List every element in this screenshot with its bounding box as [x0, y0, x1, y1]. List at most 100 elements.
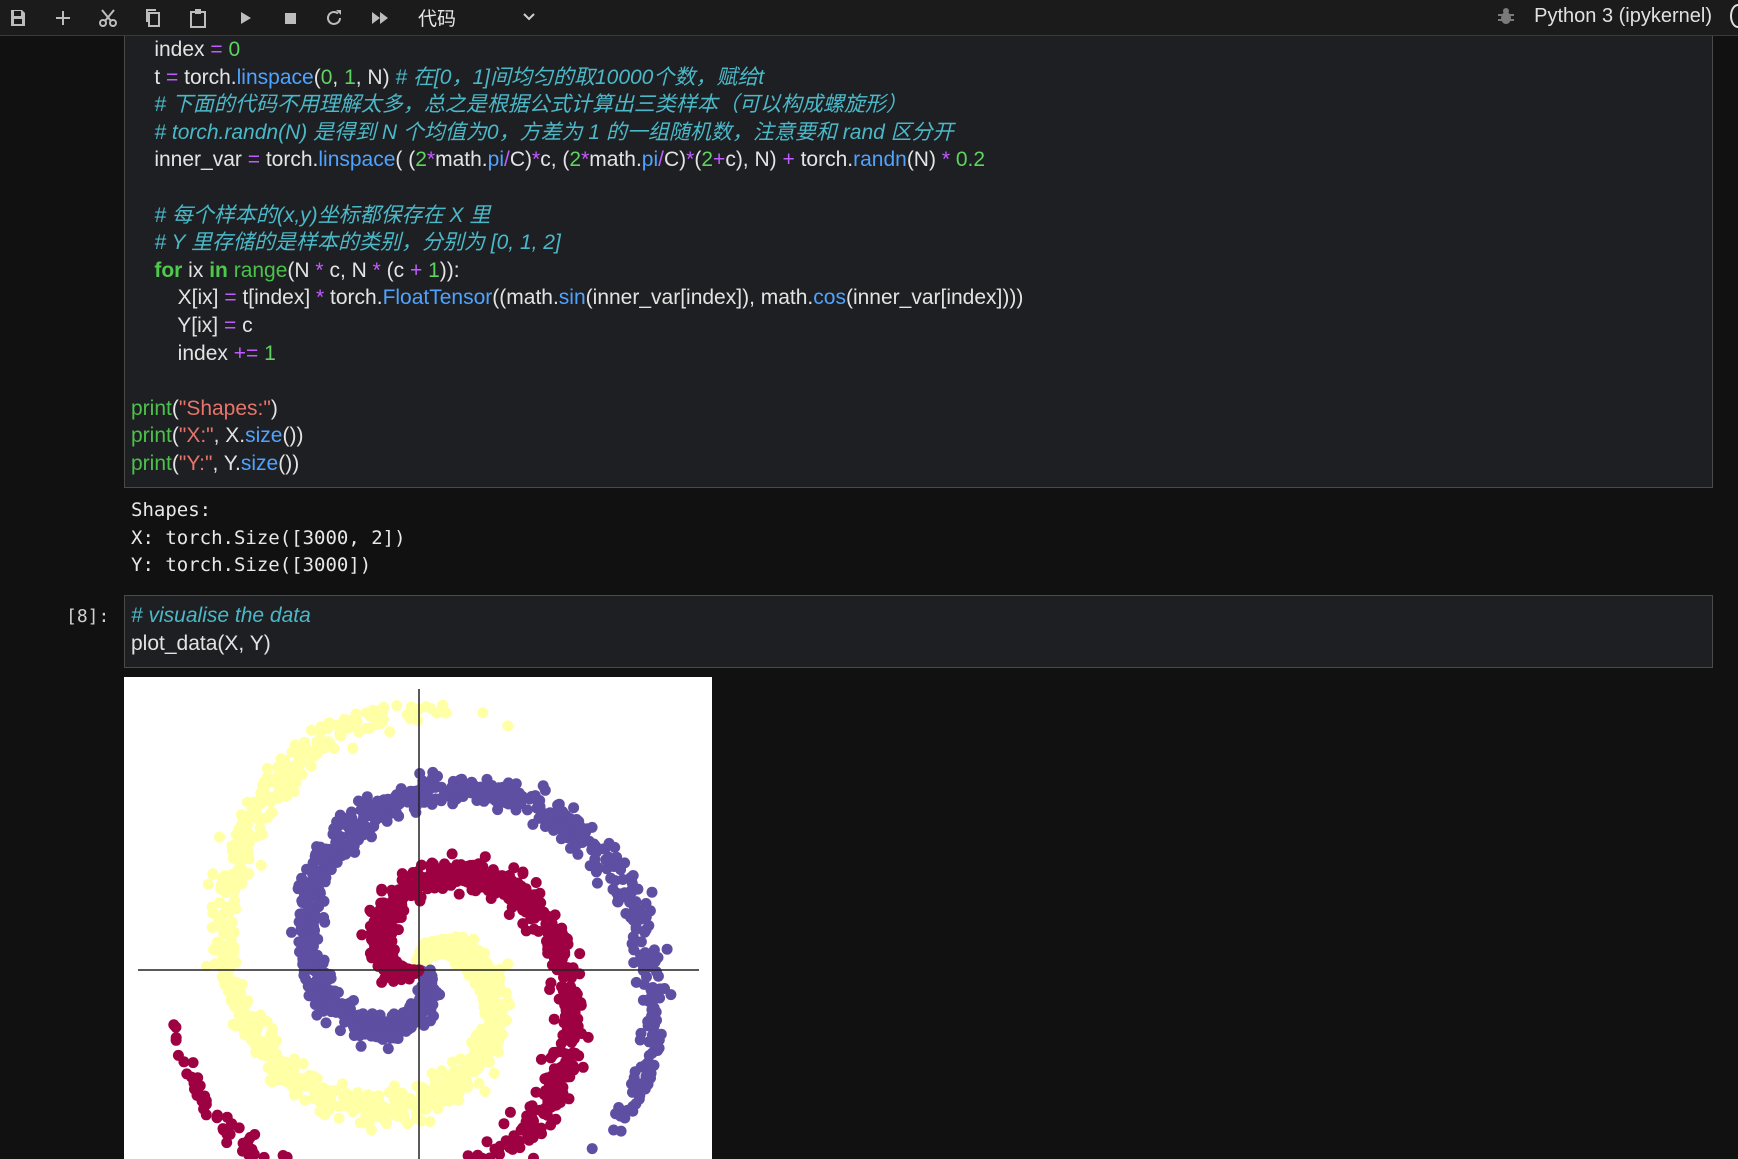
stop-button[interactable] — [276, 4, 304, 32]
scatter-point — [386, 884, 398, 896]
scatter-point — [311, 841, 323, 853]
scatter-point — [427, 766, 439, 778]
scatter-point — [207, 868, 219, 880]
run-icon — [241, 12, 251, 24]
scatter-point — [311, 1009, 323, 1021]
scatter-point — [264, 1075, 276, 1087]
cell-7-output: Shapes: X: torch.Size([3000, 2]) Y: torc… — [131, 497, 406, 580]
scatter-point — [378, 701, 390, 713]
cut-icon — [99, 9, 117, 27]
scatter-point — [573, 815, 585, 827]
scatter-point — [303, 990, 315, 1002]
cut-button[interactable] — [94, 4, 122, 32]
scatter-point — [478, 947, 490, 959]
paste-button[interactable] — [184, 4, 212, 32]
scatter-point — [643, 920, 655, 932]
scatter-point — [206, 922, 218, 933]
scatter-point — [206, 901, 218, 913]
scatter-point — [492, 1046, 504, 1058]
scatter-point — [365, 1124, 377, 1136]
restart-button[interactable] — [320, 4, 348, 32]
scatter-point — [665, 989, 677, 1001]
cell-8-prompt: [8]: — [66, 606, 110, 627]
insert-cell-button[interactable] — [49, 4, 77, 32]
scatter-point — [314, 1106, 326, 1117]
scatter-point — [528, 1152, 539, 1159]
scatter-point — [568, 802, 580, 814]
scatter-point — [355, 1040, 367, 1052]
spiral-scatter-chart — [138, 689, 699, 1159]
cell-type-select[interactable]: 代码 — [418, 3, 540, 31]
scatter-point — [654, 992, 666, 1004]
scatter-point — [391, 700, 403, 712]
scatter-point — [661, 943, 673, 955]
scatter-point — [517, 866, 529, 878]
scatter-point — [635, 936, 647, 948]
run-all-button[interactable] — [366, 4, 394, 32]
kernel-status-area: Python 3 (ipykernel) — [1496, 0, 1738, 32]
scatter-point — [261, 762, 273, 774]
code-line: # 下面的代码不用理解太多，总之是根据公式计算出三类样本（可以构成螺旋形） — [154, 93, 907, 117]
scatter-point — [262, 1062, 274, 1074]
scatter-point — [347, 1106, 359, 1118]
scatter-point — [424, 1116, 436, 1128]
scatter-point — [226, 840, 238, 852]
scatter-point — [298, 969, 310, 981]
scatter-point — [416, 859, 427, 871]
scatter-point — [333, 1112, 345, 1124]
cell-7-code[interactable]: index = 0 t = torch.linspace(0, 1, N) # … — [131, 36, 1023, 478]
scatter-point — [514, 1142, 526, 1154]
scatter-point — [225, 995, 237, 1007]
code-line: print("Y:", Y.size()) — [131, 451, 300, 475]
class-0-points — [201, 699, 515, 1136]
scatter-point — [502, 720, 514, 732]
scatter-point — [301, 863, 313, 875]
scatter-point — [402, 1118, 414, 1130]
run-button[interactable] — [231, 4, 259, 32]
copy-button[interactable] — [139, 4, 167, 32]
scatter-point — [537, 780, 549, 792]
scatter-point — [354, 1117, 366, 1129]
scatter-point — [456, 773, 468, 785]
scatter-point — [553, 798, 565, 810]
scatter-point — [375, 897, 387, 909]
scatter-point — [586, 821, 598, 833]
code-line: X[ix] = t[index] * torch.FloatTensor((ma… — [131, 286, 1024, 310]
scatter-point — [426, 857, 438, 869]
scatter-point — [535, 1053, 547, 1065]
debugger-bug-icon[interactable] — [1496, 6, 1516, 26]
scatter-point — [277, 1150, 289, 1159]
save-button[interactable] — [4, 4, 32, 32]
code-line: # 每个样本的(x,y)坐标都保存在 X 里 — [154, 203, 491, 227]
scatter-point — [348, 1030, 360, 1041]
scatter-point — [484, 1056, 495, 1068]
scatter-point — [214, 831, 225, 843]
scatter-point — [633, 1093, 645, 1105]
scatter-point — [181, 1068, 193, 1080]
copy-icon — [146, 9, 160, 27]
scatter-point — [453, 888, 465, 900]
scatter-point — [208, 944, 219, 955]
scatter-point — [651, 1014, 662, 1026]
cell-8-code[interactable]: # visualise the data plot_data(X, Y) — [131, 602, 311, 657]
scatter-point — [420, 701, 432, 712]
scatter-point — [446, 848, 458, 860]
kernel-name[interactable]: Python 3 (ipykernel) — [1534, 5, 1712, 28]
scatter-point — [574, 948, 586, 960]
scatter-point — [466, 776, 478, 788]
scatter-point — [367, 704, 379, 716]
scatter-point — [504, 1106, 516, 1118]
code-cell-input[interactable] — [124, 595, 1713, 668]
scatter-point — [347, 742, 359, 754]
scatter-point — [510, 778, 522, 790]
scatter-point — [504, 999, 515, 1011]
stop-icon — [285, 13, 296, 24]
scatter-point — [275, 753, 287, 765]
scatter-point — [488, 1067, 500, 1079]
scatter-point — [258, 1151, 270, 1159]
scatter-point — [615, 1125, 627, 1137]
scatter-point — [469, 1066, 481, 1078]
scatter-point — [545, 1119, 557, 1131]
scatter-point — [360, 722, 372, 734]
scatter-point — [644, 905, 656, 917]
